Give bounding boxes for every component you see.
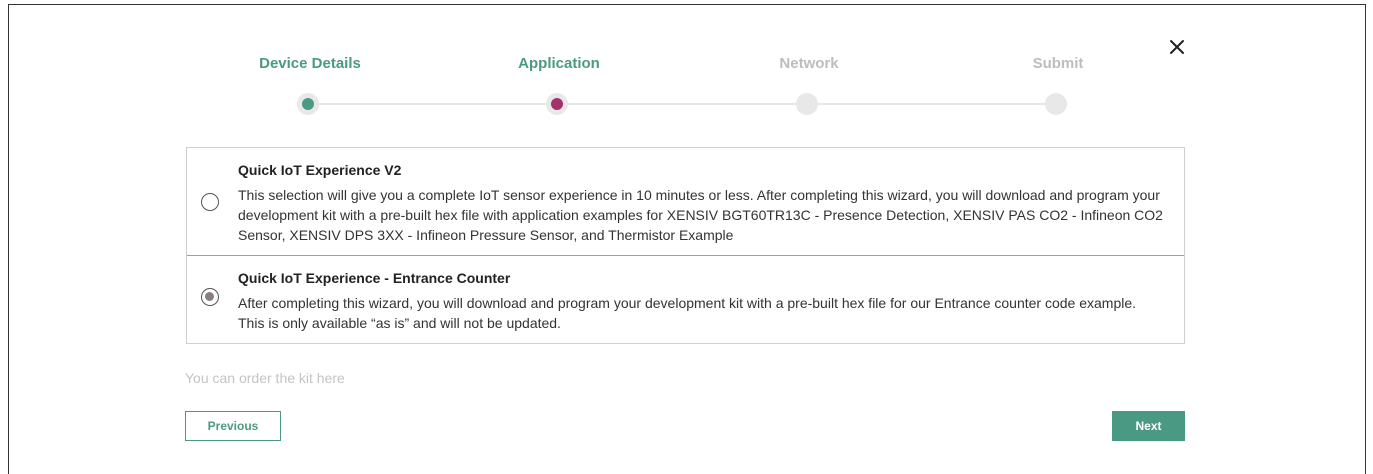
option-quick-iot-v2[interactable]: Quick IoT Experience V2 This selection w… [187, 148, 1184, 256]
step-label-device-details: Device Details [259, 55, 361, 72]
option-title: Quick IoT Experience V2 [238, 162, 402, 178]
option-title: Quick IoT Experience - Entrance Counter [238, 270, 511, 286]
radio-entrance-counter[interactable] [201, 288, 219, 306]
option-description: After completing this wizard, you will d… [238, 295, 1137, 331]
order-kit-link[interactable]: You can order the kit here [185, 370, 345, 386]
next-button[interactable]: Next [1112, 411, 1185, 441]
stepper-track [300, 103, 1057, 105]
step-dot-device-details [297, 93, 319, 115]
wizard-stepper: Device Details Application Network Submi… [0, 0, 1373, 130]
radio-quick-iot-v2[interactable] [201, 193, 219, 211]
step-label-submit: Submit [1032, 55, 1084, 72]
option-description: This selection will give you a complete … [238, 187, 1163, 243]
step-label-network: Network [779, 55, 839, 72]
step-label-application: Application [518, 55, 600, 72]
application-options: Quick IoT Experience V2 This selection w… [186, 147, 1185, 344]
step-dot-network [796, 93, 818, 115]
step-dot-submit [1045, 93, 1067, 115]
step-dot-application [546, 93, 568, 115]
option-entrance-counter[interactable]: Quick IoT Experience - Entrance Counter … [187, 256, 1184, 343]
previous-button[interactable]: Previous [185, 411, 281, 441]
